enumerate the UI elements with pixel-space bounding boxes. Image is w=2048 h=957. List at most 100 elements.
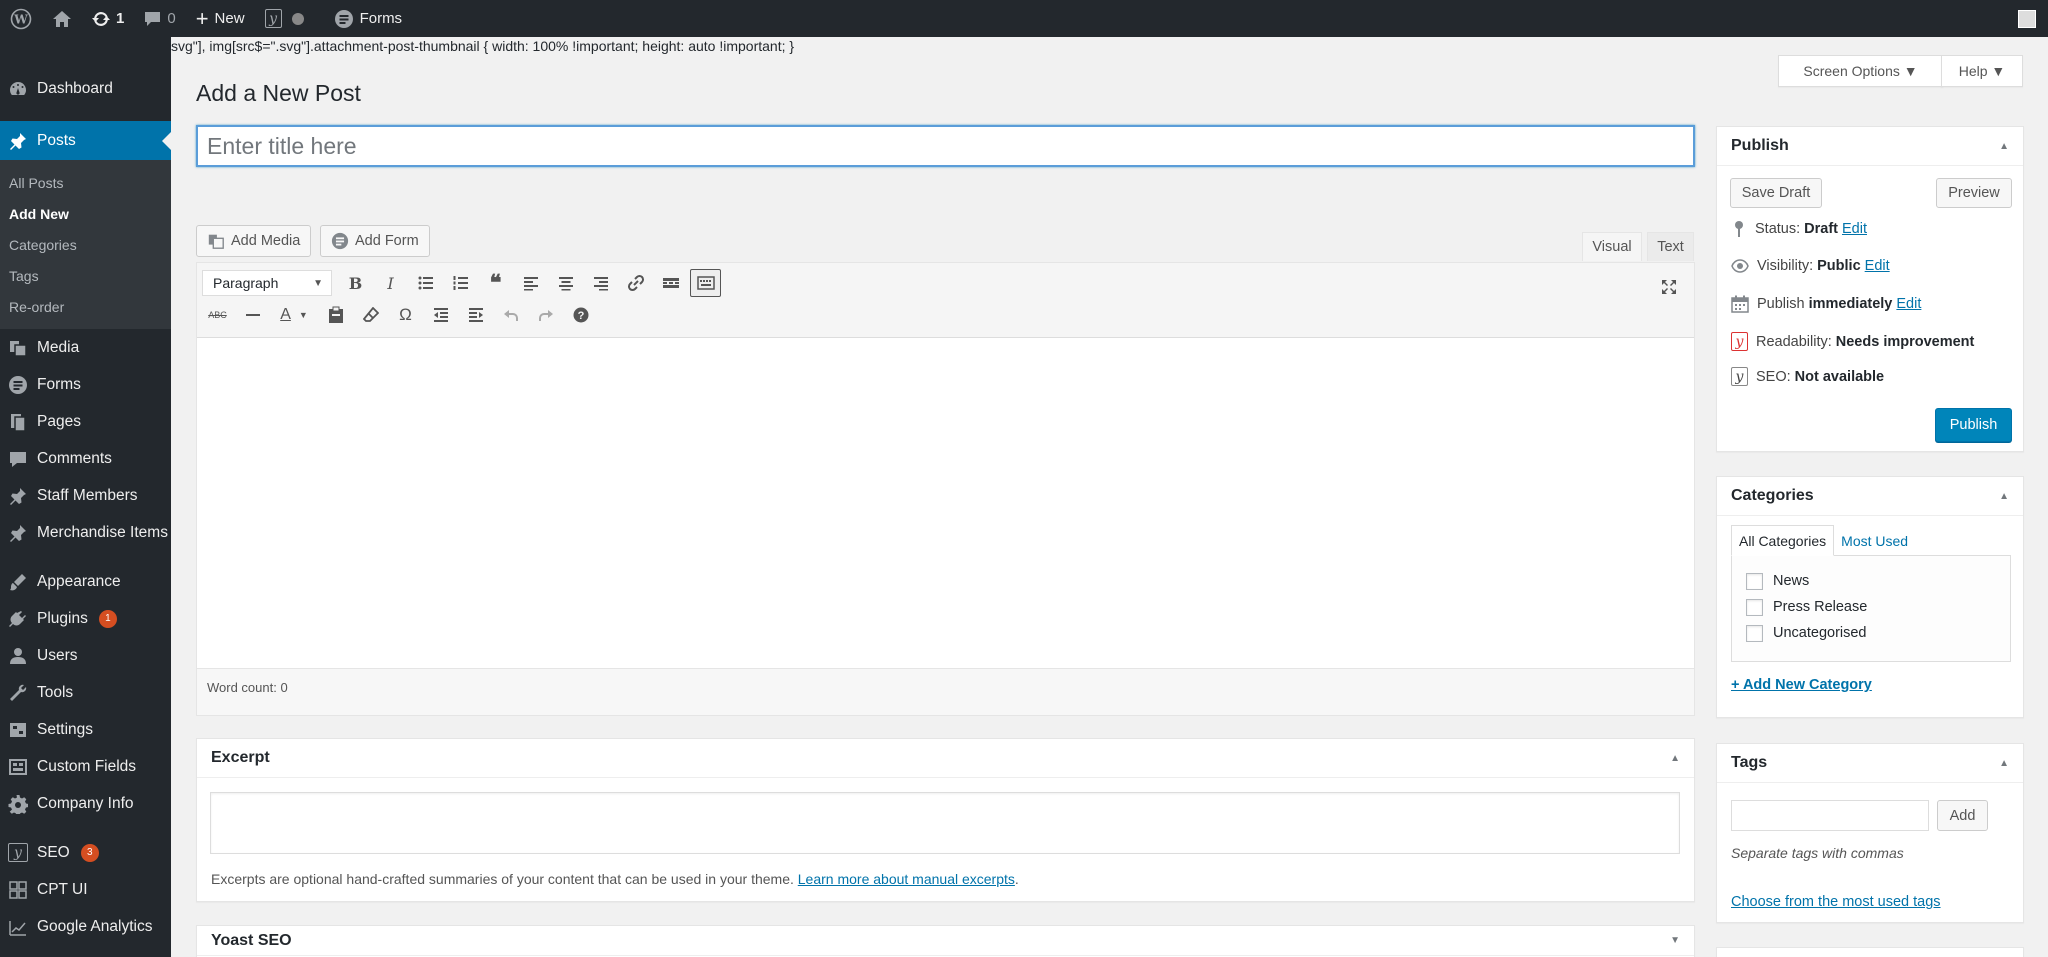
status-label: Status: [1755,221,1801,237]
add-new-category-link[interactable]: + Add New Category [1731,677,1872,693]
submenu-all-posts[interactable]: All Posts [0,168,171,199]
checkbox[interactable] [1746,572,1763,590]
align-center-button[interactable] [550,269,581,297]
sidebar-item-google-analytics[interactable]: Google Analytics [0,908,171,945]
sidebar-item-seo[interactable]: y SEO 3 [0,834,171,871]
submenu-categories[interactable]: Categories [0,230,171,261]
fullscreen-icon [1661,280,1676,294]
yoast-seo-header[interactable]: Yoast SEO ▼ [197,926,1694,956]
toolbar-toggle-button[interactable] [690,269,721,297]
read-more-button[interactable] [655,269,686,297]
sidebar-item-tools[interactable]: Tools [0,674,171,711]
redo-button[interactable] [530,301,561,329]
numbered-list-button[interactable] [445,269,476,297]
excerpt-textarea[interactable] [210,792,1680,854]
editor-content-area[interactable] [197,338,1694,668]
horizontal-line-button[interactable] [237,301,268,329]
sidebar-item-custom-fields[interactable]: Custom Fields [0,748,171,785]
blockquote-button[interactable]: ❝ [480,269,511,297]
category-item-press-release[interactable]: Press Release [1746,594,1996,620]
distraction-free-button[interactable] [1653,273,1684,301]
forms-menu[interactable]: Forms [324,0,413,37]
italic-button[interactable]: I [375,269,406,297]
sidebar-item-settings[interactable]: Settings [0,711,171,748]
post-title-input[interactable] [196,125,1695,167]
new-content-link[interactable]: + New [186,0,255,37]
add-form-button[interactable]: Add Form [320,225,430,257]
sidebar-item-comments[interactable]: Comments [0,440,171,477]
edit-schedule-link[interactable]: Edit [1896,296,1921,312]
category-item-news[interactable]: News [1746,568,1996,594]
sidebar-item-forms[interactable]: Forms [0,366,171,403]
collapse-down-icon[interactable]: ▼ [1670,935,1680,946]
sidebar-item-merchandise-items[interactable]: Merchandise Items [0,514,171,551]
bold-button[interactable]: B [340,269,371,297]
collapse-up-icon[interactable]: ▲ [1999,141,2009,152]
horizontal-line-icon [245,314,260,316]
svg-text:?: ? [577,310,584,322]
align-left-button[interactable] [515,269,546,297]
user-account-menu[interactable] [2008,0,2048,37]
sidebar-item-media[interactable]: Media [0,329,171,366]
format-select[interactable]: Paragraph ▼ [202,270,332,296]
comments-link[interactable]: 0 [134,0,185,37]
align-right-button[interactable] [585,269,616,297]
wordpress-logo-icon[interactable]: W [0,0,42,37]
learn-more-excerpts-link[interactable]: Learn more about manual excerpts [798,871,1015,887]
sidebar-item-plugins[interactable]: Plugins 1 [0,600,171,637]
yoast-menu[interactable]: y [255,0,314,37]
help-button[interactable]: Help ▼ [1941,55,2023,87]
tab-visual[interactable]: Visual [1582,232,1642,261]
checkbox[interactable] [1746,624,1763,642]
special-character-button[interactable]: Ω [390,301,421,329]
submenu-tags[interactable]: Tags [0,261,171,292]
choose-most-used-tags-link[interactable]: Choose from the most used tags [1731,894,1941,910]
collapse-up-icon[interactable]: ▲ [1999,491,2009,502]
publish-button[interactable]: Publish [1935,408,2012,442]
screen-options-button[interactable]: Screen Options ▼ [1778,55,1943,87]
add-tag-button[interactable]: Add [1937,800,1988,831]
publish-header[interactable]: Publish ▲ [1717,127,2023,166]
home-icon[interactable] [42,0,82,37]
comments-icon [10,451,26,467]
updates-link[interactable]: 1 [82,0,134,37]
categories-header[interactable]: Categories ▲ [1717,477,2023,516]
sidebar-item-staff-members[interactable]: Staff Members [0,477,171,514]
custom-fields-icon [9,758,27,775]
category-item-uncategorised[interactable]: Uncategorised [1746,620,1996,646]
tags-header[interactable]: Tags ▲ [1717,744,2023,783]
insert-link-button[interactable] [620,269,651,297]
outdent-button[interactable] [425,301,456,329]
paste-as-text-button[interactable] [320,301,351,329]
tab-all-categories[interactable]: All Categories [1731,525,1835,556]
text-color-button[interactable]: A ▼ [272,301,316,329]
checkbox[interactable] [1746,598,1763,616]
sidebar-item-cpt-ui[interactable]: CPT UI [0,871,171,908]
clear-formatting-button[interactable] [355,301,386,329]
tag-input[interactable] [1731,800,1929,831]
sidebar-item-users[interactable]: Users [0,637,171,674]
add-media-button[interactable]: Add Media [196,225,312,257]
collapse-up-icon[interactable]: ▲ [1670,753,1680,764]
sidebar-item-dashboard[interactable]: Dashboard [0,70,171,107]
submenu-re-order[interactable]: Re-order [0,292,171,323]
undo-button[interactable] [495,301,526,329]
collapse-up-icon[interactable]: ▲ [1999,758,2009,769]
sidebar-item-appearance[interactable]: Appearance [0,563,171,600]
edit-status-link[interactable]: Edit [1842,221,1867,237]
excerpt-header[interactable]: Excerpt ▲ [197,739,1694,778]
save-draft-button[interactable]: Save Draft [1730,178,1822,208]
tab-most-used[interactable]: Most Used [1834,525,1915,556]
indent-button[interactable] [460,301,491,329]
edit-visibility-link[interactable]: Edit [1865,258,1890,274]
calendar-icon [1731,295,1749,313]
keyboard-shortcuts-button[interactable]: ? [565,301,596,329]
preview-button[interactable]: Preview [1936,178,2012,208]
bulleted-list-button[interactable] [410,269,441,297]
sidebar-item-pages[interactable]: Pages [0,403,171,440]
sidebar-item-posts[interactable]: Posts [0,121,171,160]
tab-text[interactable]: Text [1647,232,1694,261]
sidebar-item-company-info[interactable]: Company Info [0,785,171,822]
submenu-add-new[interactable]: Add New [0,199,171,230]
strikethrough-button[interactable]: ABC [202,301,233,329]
